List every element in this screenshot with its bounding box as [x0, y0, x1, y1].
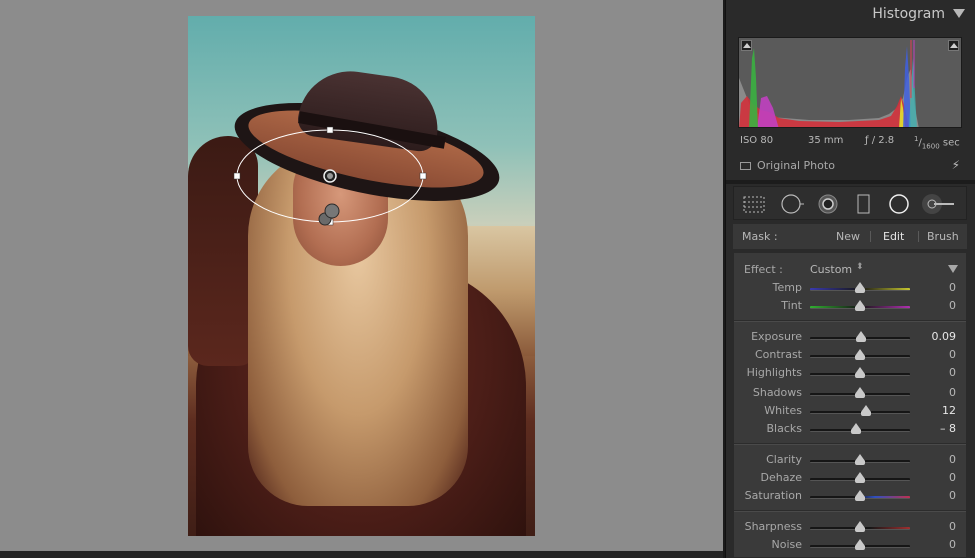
red-eye-icon[interactable] — [816, 193, 840, 215]
tool-strip — [733, 186, 967, 220]
shutter-speed: 1/1600 sec — [914, 135, 960, 151]
graduated-filter-icon[interactable] — [852, 193, 876, 215]
slider-thumb[interactable] — [855, 539, 865, 550]
mask-pin-tertiary[interactable] — [324, 203, 340, 219]
histogram-graph[interactable] — [738, 37, 962, 128]
slider-temp[interactable]: Temp 0 — [734, 280, 966, 298]
slider-highlights[interactable]: Highlights 0 — [734, 365, 966, 383]
local-adjustment-sliders: Effect : Custom ⬍ Temp 0 Tint 0 Exposure… — [733, 252, 967, 558]
slider-thumb[interactable] — [851, 423, 861, 434]
slider-thumb[interactable] — [855, 367, 865, 378]
group-divider — [734, 511, 966, 512]
slider-clarity[interactable]: Clarity 0 — [734, 452, 966, 470]
slider-noise[interactable]: Noise 0 — [734, 537, 966, 555]
mask-edit-button[interactable]: Edit — [883, 230, 904, 243]
slider-thumb[interactable] — [855, 282, 865, 293]
effect-preset[interactable]: Custom — [810, 263, 852, 276]
develop-panel: Histogram ISO 80 35 mm ƒ / 2.8 1/1600 se… — [725, 0, 975, 558]
adjustment-brush-icon[interactable] — [920, 193, 960, 215]
slider-tint[interactable]: Tint 0 — [734, 298, 966, 316]
updown-arrow-icon[interactable]: ⬍ — [856, 262, 864, 272]
histogram-header[interactable]: Histogram — [726, 0, 975, 30]
image-canvas[interactable] — [0, 0, 723, 558]
histogram-magenta — [757, 96, 779, 127]
mask-label: Mask : — [742, 230, 778, 243]
panel-divider — [726, 180, 975, 184]
mask-new-button[interactable]: New — [836, 230, 860, 243]
radial-center-pin-dot — [327, 173, 333, 179]
slider-thumb[interactable] — [855, 454, 865, 465]
crop-overlay-icon[interactable] — [742, 193, 766, 215]
slider-dehaze[interactable]: Dehaze 0 — [734, 470, 966, 488]
slider-track[interactable] — [810, 411, 910, 414]
radial-filter-icon[interactable] — [887, 193, 911, 215]
original-photo-row[interactable]: Original Photo ⚡︎ — [740, 158, 962, 175]
group-divider — [734, 321, 966, 322]
effect-label: Effect : — [744, 263, 783, 276]
mask-bar: Mask : New Edit Brush — [733, 224, 967, 249]
slider-thumb[interactable] — [855, 300, 865, 311]
radial-filter-overlay[interactable] — [0, 0, 723, 558]
iso-value: ISO 80 — [740, 135, 774, 146]
mask-brush-button[interactable]: Brush — [927, 230, 959, 243]
photo-frame-icon — [740, 162, 751, 170]
slider-thumb[interactable] — [861, 405, 871, 416]
slider-contrast[interactable]: Contrast 0 — [734, 347, 966, 365]
spot-removal-icon[interactable] — [780, 193, 804, 215]
collapse-triangle-icon[interactable] — [953, 9, 965, 18]
effect-collapse-icon[interactable] — [948, 265, 958, 273]
histogram-svg — [739, 40, 919, 127]
slider-sharpness[interactable]: Sharpness 0 — [734, 519, 966, 537]
original-photo-label: Original Photo — [757, 159, 835, 172]
highlight-clipping-button[interactable] — [948, 40, 959, 51]
slider-blacks[interactable]: Blacks – 8 — [734, 421, 966, 439]
slider-saturation[interactable]: Saturation 0 — [734, 488, 966, 506]
aperture-value: ƒ / 2.8 — [865, 135, 895, 146]
slider-shadows[interactable]: Shadows 0 — [734, 385, 966, 403]
lightning-bolt-icon[interactable]: ⚡︎ — [952, 158, 960, 172]
slider-thumb[interactable] — [856, 331, 866, 342]
slider-thumb[interactable] — [855, 490, 865, 501]
histogram-green — [749, 48, 758, 127]
filmstrip-edge — [0, 551, 723, 558]
group-divider — [734, 444, 966, 445]
histogram-title: Histogram — [872, 6, 945, 22]
radial-handle-right[interactable] — [419, 172, 427, 180]
shadow-clipping-button[interactable] — [741, 40, 752, 51]
mask-divider — [870, 231, 871, 242]
slider-thumb[interactable] — [855, 472, 865, 483]
slider-thumb[interactable] — [855, 387, 865, 398]
radial-handle-top[interactable] — [326, 126, 334, 134]
slider-thumb[interactable] — [855, 349, 865, 360]
effect-row[interactable]: Effect : Custom ⬍ — [734, 261, 966, 277]
mask-divider — [918, 231, 919, 242]
slider-whites[interactable]: Whites 12 — [734, 403, 966, 421]
slider-thumb[interactable] — [855, 521, 865, 532]
radial-handle-left[interactable] — [233, 172, 241, 180]
focal-length: 35 mm — [808, 135, 844, 146]
slider-exposure[interactable]: Exposure 0.09 — [734, 329, 966, 347]
